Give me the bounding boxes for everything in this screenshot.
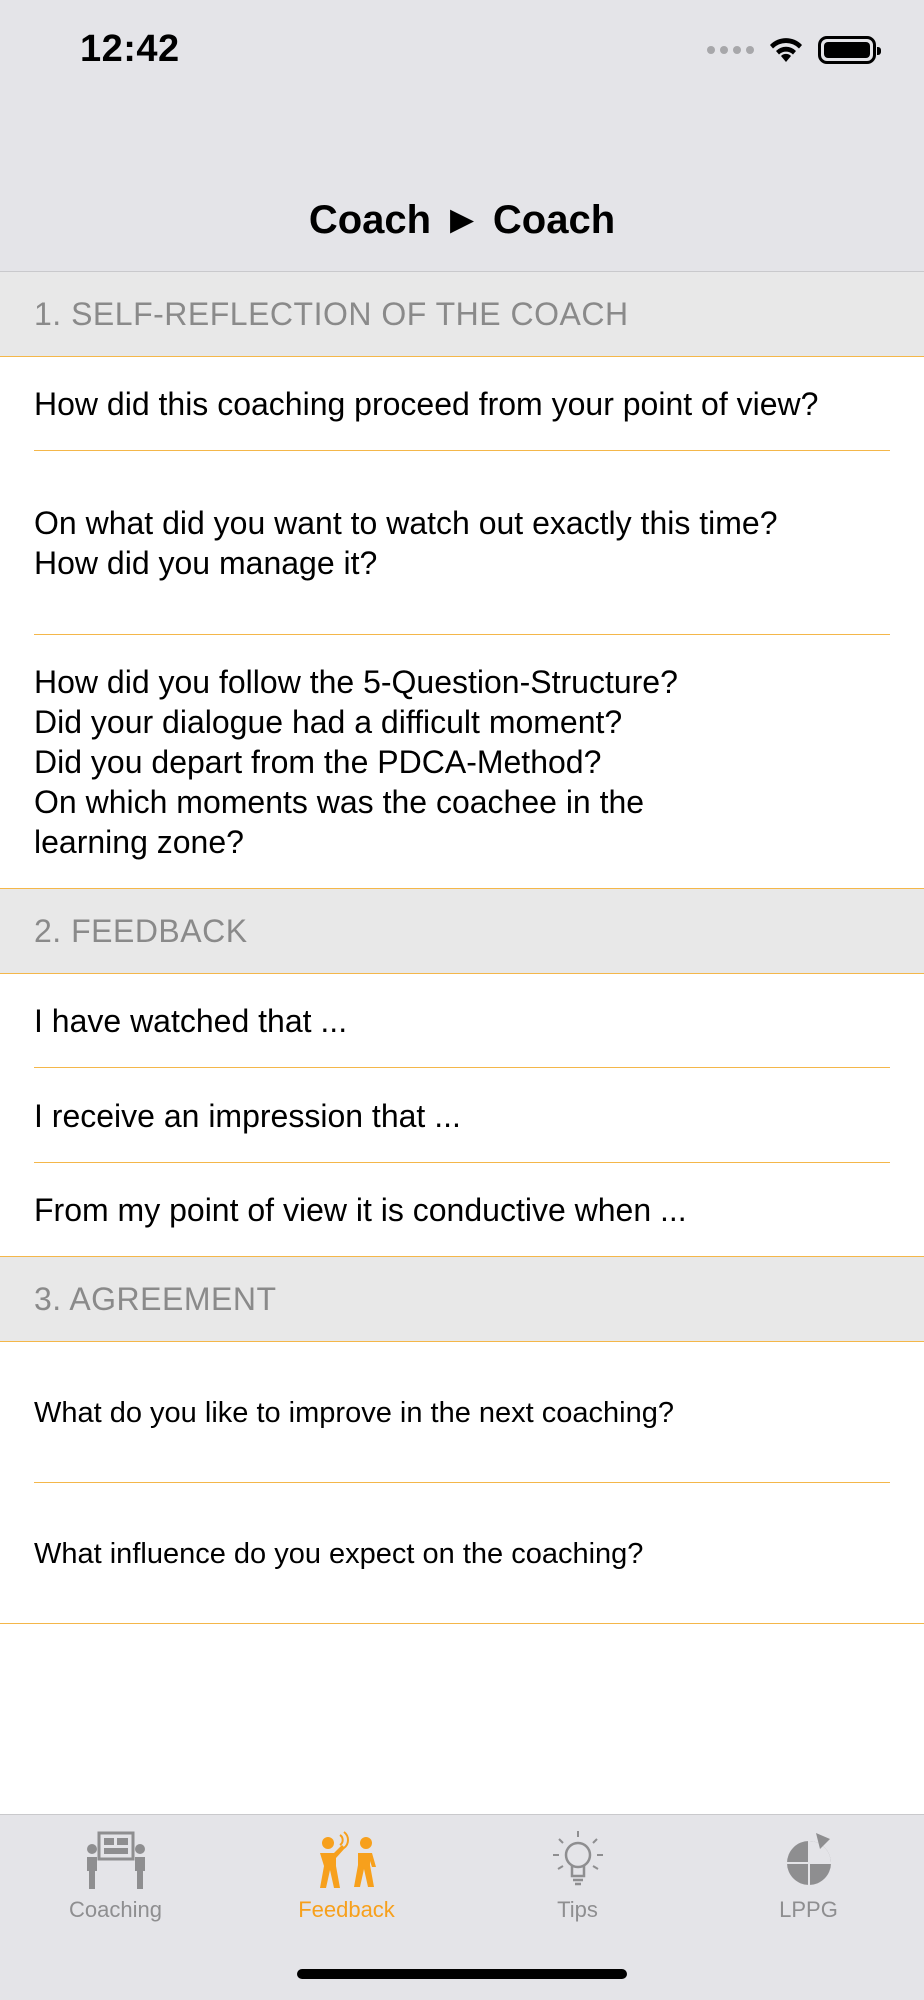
list-item[interactable]: What influence do you expect on the coac… <box>0 1483 924 1624</box>
tab-tips[interactable]: Tips <box>462 1815 693 1955</box>
list-item[interactable]: I receive an impression that ... <box>0 1068 924 1163</box>
lightbulb-icon <box>552 1831 603 1886</box>
list-item[interactable]: What do you like to improve in the next … <box>0 1342 924 1483</box>
tab-label: LPPG <box>779 1897 838 1922</box>
list-item[interactable]: From my point of view it is conductive w… <box>0 1163 924 1257</box>
status-time: 12:42 <box>80 28 180 70</box>
list-item-label: How did this coaching proceed from your … <box>34 386 819 422</box>
list-item[interactable]: How did this coaching proceed from your … <box>0 357 924 451</box>
tab-feedback[interactable]: Feedback <box>231 1815 462 1955</box>
tab-label: Coaching <box>69 1897 162 1922</box>
list-item-label: On what did you want to watch out exactl… <box>34 505 778 581</box>
list-item-label: I have watched that ... <box>34 1003 348 1039</box>
coaching-icon <box>86 1831 145 1889</box>
list-item[interactable]: I have watched that ... <box>0 974 924 1068</box>
status-icons <box>707 32 881 68</box>
home-indicator[interactable] <box>297 1969 627 1979</box>
list-item-label: What influence do you expect on the coac… <box>34 1537 644 1570</box>
feedback-icon <box>319 1831 376 1888</box>
wifi-icon <box>770 38 802 62</box>
cellular-signal-icon <box>707 46 754 54</box>
battery-icon <box>818 36 881 64</box>
section-header-agreement: 3. AGREEMENT <box>0 1257 924 1342</box>
tab-label: Tips <box>557 1897 598 1922</box>
list-item[interactable]: On what did you want to watch out exactl… <box>0 451 924 635</box>
list-item[interactable]: How did you follow the 5-Question-Struct… <box>0 635 924 889</box>
tab-label: Feedback <box>298 1897 395 1922</box>
list-item-label: What do you like to improve in the next … <box>34 1396 674 1429</box>
section-header-self-reflection: 1. SELF-REFLECTION OF THE COACH <box>0 272 924 357</box>
question-list[interactable]: 1. SELF-REFLECTION OF THE COACH How did … <box>0 272 924 1624</box>
tab-coaching[interactable]: Coaching <box>0 1815 231 1955</box>
page-title: Coach ► Coach <box>308 198 616 242</box>
lppg-icon <box>786 1833 831 1885</box>
list-item-label: I receive an impression that ... <box>34 1097 461 1134</box>
list-item-label: From my point of view it is conductive w… <box>34 1192 687 1228</box>
tab-lppg[interactable]: LPPG <box>693 1815 924 1955</box>
list-item-label: How did you follow the 5-Question-Struct… <box>34 664 678 860</box>
section-header-feedback: 2. FEEDBACK <box>0 889 924 974</box>
navigation-bar: 12:42 Coach ► Coach <box>0 0 924 272</box>
